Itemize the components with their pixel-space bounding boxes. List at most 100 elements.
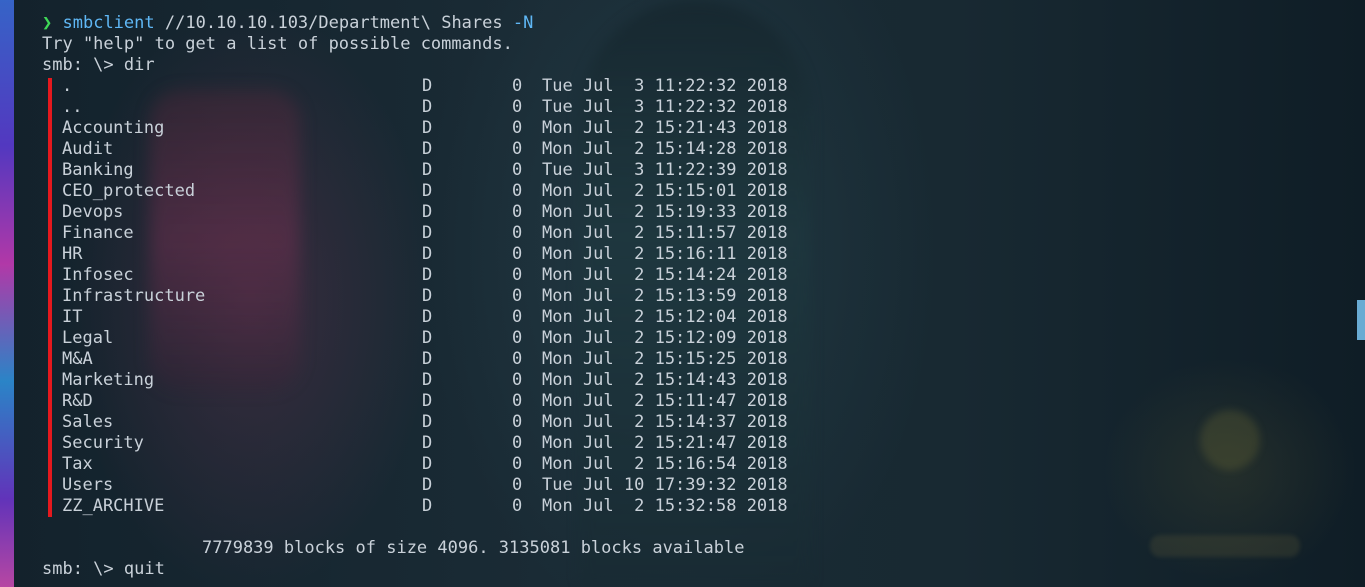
entry-name: .	[62, 76, 73, 96]
entry-size: 0	[512, 307, 523, 327]
wallpaper-right-light	[1357, 300, 1365, 340]
entry-date: Mon Jul 2 15:19:33 2018	[542, 202, 788, 222]
entry-date: Mon Jul 2 15:21:47 2018	[542, 433, 788, 453]
listing-row: Infrastructure D 0 Mon Jul 2 15:13:59 2018	[42, 286, 788, 307]
entry-date: Mon Jul 2 15:11:47 2018	[542, 391, 788, 411]
entry-name: Audit	[62, 139, 114, 159]
entry-attr: D	[422, 307, 433, 327]
entry-size: 0	[512, 265, 523, 285]
listing-row: CEO_protected D 0 Mon Jul 2 15:15:01 2018	[42, 181, 788, 202]
entry-name: Infosec	[62, 265, 134, 285]
entry-date: Mon Jul 2 15:11:57 2018	[542, 223, 788, 243]
prompt-arrow-icon: ❯	[42, 13, 53, 33]
listing-row: .. D 0 Tue Jul 3 11:22:32 2018	[42, 97, 788, 118]
entry-date: Mon Jul 2 15:14:24 2018	[542, 265, 788, 285]
directory-listing: . D 0 Tue Jul 3 11:22:32 2018.. D 0 Tue Jul 3 …	[42, 76, 788, 517]
smb-prompt-quit: smb: \> quit	[42, 559, 165, 579]
help-hint: Try "help" to get a list of possible com…	[42, 34, 513, 54]
entry-name: Infrastructure	[62, 286, 206, 306]
listing-row: IT D 0 Mon Jul 2 15:12:04 2018	[42, 307, 788, 328]
listing-row: Audit D 0 Mon Jul 2 15:14:28 2018	[42, 139, 788, 160]
command-name: smbclient	[62, 13, 155, 33]
wallpaper-neon-edge	[0, 0, 14, 587]
entry-attr: D	[422, 181, 433, 201]
entry-name: Sales	[62, 412, 114, 432]
entry-date: Mon Jul 2 15:16:54 2018	[542, 454, 788, 474]
listing-row: Banking D 0 Tue Jul 3 11:22:39 2018	[42, 160, 788, 181]
entry-size: 0	[512, 97, 523, 117]
listing-row: Marketing D 0 Mon Jul 2 15:14:43 2018	[42, 370, 788, 391]
entry-attr: D	[422, 160, 433, 180]
entry-attr: D	[422, 97, 433, 117]
entry-name: IT	[62, 307, 83, 327]
entry-attr: D	[422, 139, 433, 159]
smb-prompt-dir: smb: \> dir	[42, 55, 155, 75]
listing-row: Legal D 0 Mon Jul 2 15:12:09 2018	[42, 328, 788, 349]
command-line: ❯ smbclient //10.10.10.103/Department\ S…	[42, 13, 744, 34]
entry-date: Mon Jul 2 15:16:11 2018	[542, 244, 788, 264]
entry-name: Security	[62, 433, 144, 453]
entry-attr: D	[422, 223, 433, 243]
entry-name: Banking	[62, 160, 134, 180]
entry-date: Mon Jul 2 15:14:37 2018	[542, 412, 788, 432]
entry-size: 0	[512, 433, 523, 453]
entry-date: Mon Jul 2 15:12:04 2018	[542, 307, 788, 327]
entry-date: Tue Jul 3 11:22:39 2018	[542, 160, 788, 180]
entry-attr: D	[422, 244, 433, 264]
entry-name: R&D	[62, 391, 93, 411]
entry-name: Accounting	[62, 118, 165, 138]
entry-attr: D	[422, 118, 433, 138]
entry-attr: D	[422, 496, 433, 516]
entry-date: Mon Jul 2 15:14:28 2018	[542, 139, 788, 159]
entry-attr: D	[422, 370, 433, 390]
entry-size: 0	[512, 412, 523, 432]
entry-attr: D	[422, 454, 433, 474]
entry-size: 0	[512, 349, 523, 369]
entry-name: M&A	[62, 349, 93, 369]
wallpaper-glow	[1200, 410, 1260, 470]
entry-date: Tue Jul 3 11:22:32 2018	[542, 97, 788, 117]
entry-attr: D	[422, 433, 433, 453]
listing-row: Finance D 0 Mon Jul 2 15:11:57 2018	[42, 223, 788, 244]
entry-size: 0	[512, 202, 523, 222]
entry-date: Mon Jul 2 15:12:09 2018	[542, 328, 788, 348]
listing-row: M&A D 0 Mon Jul 2 15:15:25 2018	[42, 349, 788, 370]
entry-name: Legal	[62, 328, 114, 348]
command-flag: -N	[512, 13, 534, 33]
listing-row: Devops D 0 Mon Jul 2 15:19:33 2018	[42, 202, 788, 223]
entry-size: 0	[512, 76, 523, 96]
entry-attr: D	[422, 265, 433, 285]
entry-size: 0	[512, 496, 523, 516]
entry-name: Users	[62, 475, 114, 495]
entry-size: 0	[512, 454, 523, 474]
entry-attr: D	[422, 412, 433, 432]
entry-name: Marketing	[62, 370, 155, 390]
wallpaper-sign	[1150, 535, 1300, 557]
entry-size: 0	[512, 223, 523, 243]
listing-row: Tax D 0 Mon Jul 2 15:16:54 2018	[42, 454, 788, 475]
entry-attr: D	[422, 328, 433, 348]
entry-date: Mon Jul 2 15:15:25 2018	[542, 349, 788, 369]
entry-size: 0	[512, 181, 523, 201]
entry-size: 0	[512, 370, 523, 390]
entry-attr: D	[422, 349, 433, 369]
listing-row: Infosec D 0 Mon Jul 2 15:14:24 2018	[42, 265, 788, 286]
entry-date: Mon Jul 2 15:13:59 2018	[542, 286, 788, 306]
entry-name: Finance	[62, 223, 134, 243]
entry-name: ..	[62, 97, 83, 117]
entry-name: HR	[62, 244, 83, 264]
command-args: //10.10.10.103/Department\ Shares	[164, 13, 503, 33]
entry-size: 0	[512, 139, 523, 159]
listing-row: . D 0 Tue Jul 3 11:22:32 2018	[42, 76, 788, 97]
blocks-summary: 7779839 blocks of size 4096. 3135081 blo…	[202, 538, 745, 558]
entry-size: 0	[512, 286, 523, 306]
entry-date: Tue Jul 3 11:22:32 2018	[542, 76, 788, 96]
entry-attr: D	[422, 76, 433, 96]
entry-size: 0	[512, 391, 523, 411]
entry-name: CEO_protected	[62, 181, 196, 201]
entry-size: 0	[512, 160, 523, 180]
entry-size: 0	[512, 475, 523, 495]
terminal-output[interactable]: ❯ smbclient //10.10.10.103/Department\ S…	[42, 13, 788, 580]
listing-row: R&D D 0 Mon Jul 2 15:11:47 2018	[42, 391, 788, 412]
